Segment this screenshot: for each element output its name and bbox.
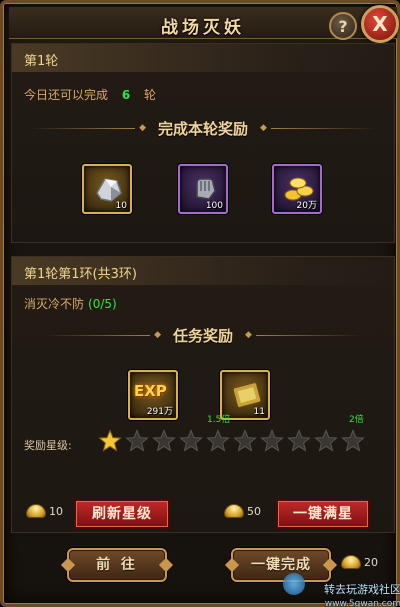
watermark-text: 转去玩游戏社区 [324, 583, 400, 596]
task-objective: 消灭冷不防 (0/5) [24, 295, 117, 312]
max-cost-value: 50 [247, 504, 261, 518]
round-rewards-divider: ◆ 完成本轮奖励 ◆ [12, 116, 394, 140]
star-empty-icon [179, 429, 203, 452]
reward-qty: 10 [115, 201, 127, 211]
today-prefix: 今日还可以完成 [24, 88, 109, 102]
stars-label: 奖励星级: [24, 439, 72, 452]
star-empty-icon [206, 429, 230, 452]
star-empty-icon [233, 429, 257, 452]
reward-item-exp[interactable]: EXP 291万 [128, 370, 178, 420]
task-progress: (0/5) [88, 297, 117, 311]
refresh-cost: 10 [26, 504, 63, 518]
ornament-icon: ◆ [154, 330, 161, 340]
watermark-url: www.5qwan.com [324, 599, 400, 607]
star-empty-icon [260, 429, 284, 452]
ornament-icon: ◆ [139, 123, 146, 133]
watermark: 转去玩游戏社区 www.5qwan.com [283, 569, 400, 607]
divider-line-left [45, 334, 151, 336]
max-cost: 50 [224, 504, 261, 518]
reward-item-coins[interactable]: 20万 [272, 164, 322, 214]
gold-ingot-icon [341, 555, 361, 569]
star-empty-icon [314, 429, 338, 452]
refresh-stars-button[interactable]: 刷新星级 [74, 499, 170, 529]
today-remaining: 今日还可以完成 6 轮 [24, 86, 156, 103]
multiplier-mid: 1.5倍 [207, 415, 231, 425]
round-section: 第1轮 今日还可以完成 6 轮 ◆ 完成本轮奖励 ◆ 10 100 20万 [11, 43, 395, 243]
reward-item-gauntlet[interactable]: 100 [178, 164, 228, 214]
divider-line-right [255, 334, 361, 336]
ornament-icon: ◆ [245, 330, 252, 340]
gold-ingot-icon [224, 504, 244, 518]
task-rewards-divider: ◆ 任务奖励 ◆ [12, 323, 394, 347]
today-count: 6 [121, 88, 131, 102]
multiplier-max: 2倍 [349, 415, 364, 425]
star-filled-icon [98, 429, 122, 452]
help-button[interactable]: ? [329, 12, 357, 40]
complete-cost: 20 [341, 555, 378, 569]
refresh-cost-value: 10 [49, 504, 63, 518]
task-name: 消灭冷不防 [24, 297, 85, 311]
divider-line-right [270, 127, 376, 129]
star-empty-icon [341, 429, 365, 452]
star-rating [98, 429, 365, 453]
battlefield-panel: 战场灭妖 ? X 第1轮 今日还可以完成 6 轮 ◆ 完成本轮奖励 ◆ 10 1… [0, 0, 400, 607]
exp-icon: EXP [134, 382, 167, 400]
today-suffix: 轮 [144, 88, 157, 102]
title-bar: 战场灭妖 ? [9, 7, 397, 40]
task-rewards-title: 任务奖励 [172, 326, 233, 345]
reward-qty: 11 [253, 407, 265, 417]
star-empty-icon [287, 429, 311, 452]
complete-cost-value: 20 [364, 555, 378, 569]
go-button[interactable]: 前 往 [67, 548, 167, 582]
task-header: 第1轮第1环(共3环) [12, 257, 394, 285]
gold-ingot-icon [26, 504, 46, 518]
max-stars-button[interactable]: 一键满星 [276, 499, 370, 529]
close-button[interactable]: X [361, 5, 399, 43]
star-empty-icon [125, 429, 149, 452]
task-section: 第1轮第1环(共3环) 消灭冷不防 (0/5) ◆ 任务奖励 ◆ EXP 291万… [11, 256, 395, 533]
divider-line-left [30, 127, 136, 129]
reward-item-ore[interactable]: 10 [82, 164, 132, 214]
reward-qty: 20万 [296, 201, 317, 211]
reward-qty: 100 [205, 201, 223, 211]
round-header: 第1轮 [12, 44, 394, 72]
reward-qty: 291万 [146, 407, 173, 417]
ornament-icon: ◆ [260, 123, 267, 133]
round-rewards-title: 完成本轮奖励 [157, 119, 248, 138]
star-empty-icon [152, 429, 176, 452]
